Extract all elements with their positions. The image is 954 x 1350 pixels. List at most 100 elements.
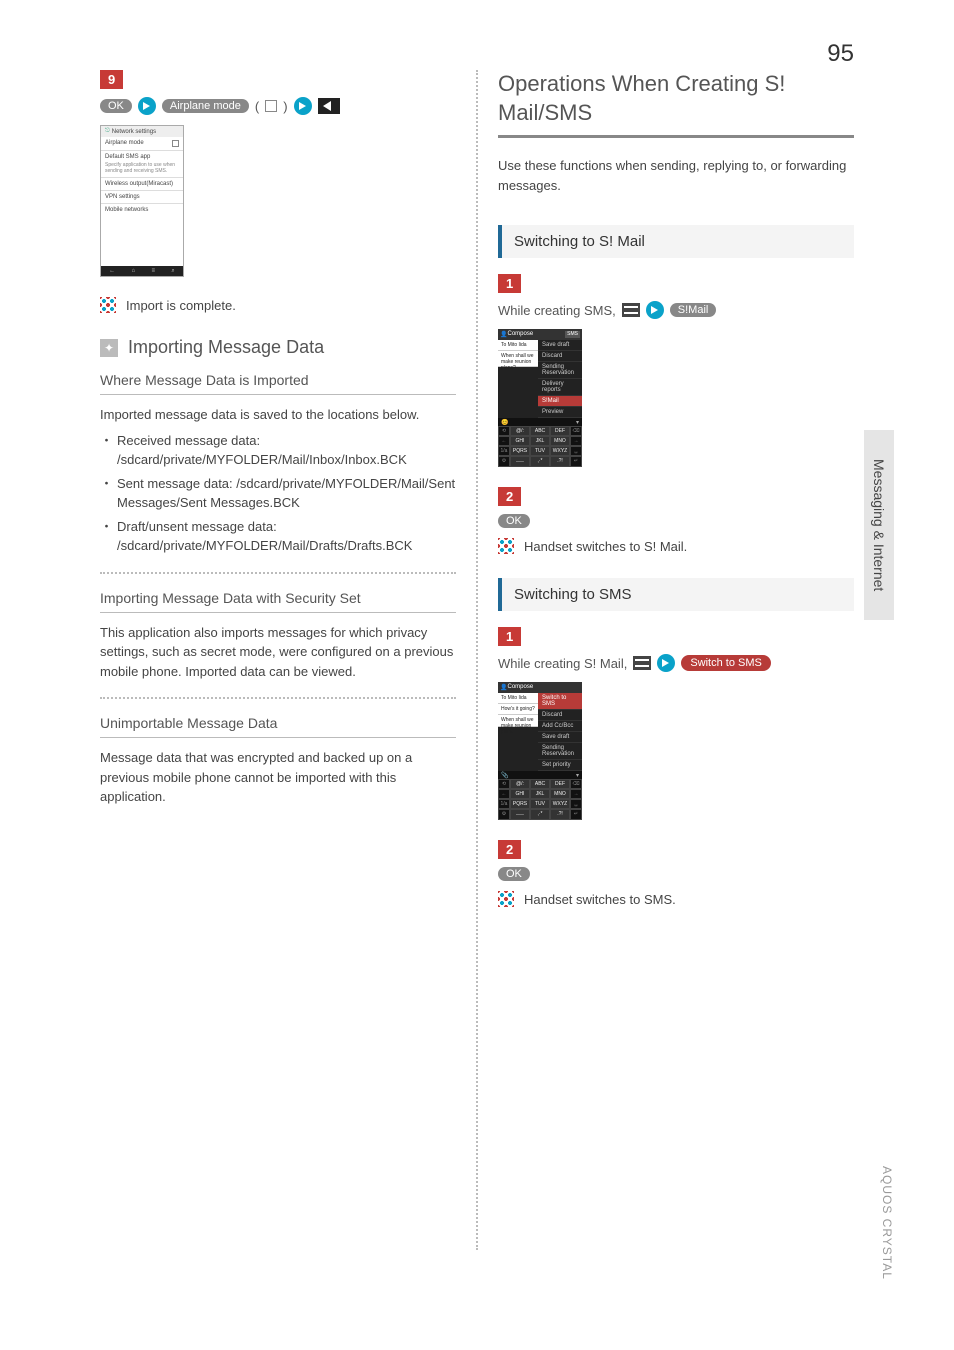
screenshot-header: ⎋ Network settings	[101, 126, 183, 137]
checkbox-icon	[265, 100, 277, 112]
step-9-badge: 9	[100, 70, 123, 89]
network-settings-screenshot: ⎋ Network settings Airplane mode Default…	[100, 125, 184, 277]
screenshot-row-airplane: Airplane mode	[101, 137, 183, 151]
sec1-step2-badge: 2	[498, 487, 521, 506]
sub2-text: This application also imports messages f…	[100, 623, 456, 682]
airplane-mode-pill: Airplane mode	[162, 99, 249, 113]
menu-item: Add Cc/Bcc	[538, 721, 582, 732]
bullet-1: ・Received message data: /sdcard/private/…	[100, 431, 456, 470]
bullet-text: Draft/unsent message data: /sdcard/priva…	[117, 517, 456, 556]
subject-row: How's it going?	[498, 704, 538, 715]
page-number: 95	[827, 40, 854, 68]
arrow-icon	[646, 301, 664, 319]
import-complete-text: Import is complete.	[126, 298, 236, 313]
menu-item: Set priority	[538, 760, 582, 771]
keypad: ⟲@/:ABCDEF⌫ ←GHIJKLMNO→ 1/aPQRSTUVWXYZ␣ …	[498, 426, 582, 467]
sub3-text: Message data that was encrypted and back…	[100, 748, 456, 807]
bullet-text: Received message data: /sdcard/private/M…	[117, 431, 456, 470]
sec1-step1-row: While creating SMS, S!Mail	[498, 301, 854, 319]
result-text: Handset switches to S! Mail.	[524, 539, 687, 554]
smail-pill: S!Mail	[670, 303, 717, 317]
result-icon	[498, 538, 514, 554]
body-row: When shall we make reunion plans?	[498, 351, 538, 367]
cs-header: 👤ComposeSMS	[498, 329, 582, 340]
menu-icon	[622, 303, 640, 317]
sec1-step1-text: While creating SMS,	[498, 303, 616, 318]
divider	[100, 737, 456, 738]
menu-item: Delivery reports	[538, 379, 582, 396]
screenshot-row-sms-sub: Specify application to use when sending …	[101, 160, 183, 178]
menu-popup: Switch to SMS Discard Add Cc/Bcc Save dr…	[538, 693, 582, 771]
sub1-title: Where Message Data is Imported	[100, 372, 456, 388]
cs-header: 👤Compose	[498, 682, 582, 693]
right-column: Operations When Creating S! Mail/SMS Use…	[498, 70, 854, 1250]
menu-item: Save draft	[538, 732, 582, 743]
screenshot-row-mobile: Mobile networks	[101, 204, 183, 216]
column-divider	[476, 70, 478, 1250]
sub3-title: Unimportable Message Data	[100, 715, 456, 731]
divider	[100, 612, 456, 613]
arrow-icon	[294, 97, 312, 115]
menu-item: Preview	[538, 407, 582, 418]
ok-pill: OK	[498, 867, 530, 881]
side-tab: Messaging & Internet	[864, 430, 894, 620]
sec2-step2-badge: 2	[498, 840, 521, 859]
left-column: 9 OK Airplane mode ( ) ⎋ Network setting…	[100, 70, 456, 1250]
content-columns: 9 OK Airplane mode ( ) ⎋ Network setting…	[0, 0, 954, 1250]
menu-item-highlighted: S!Mail	[538, 396, 582, 407]
import-complete-line: Import is complete.	[100, 297, 456, 313]
screenshot-row-sms: Default SMS app	[101, 151, 183, 160]
screenshot-title: Network settings	[112, 129, 156, 135]
menu-popup: Save draft Discard Sending Reservation D…	[538, 340, 582, 418]
paren-open: (	[255, 99, 259, 114]
main-title: Operations When Creating S! Mail/SMS	[498, 70, 854, 127]
menu-item-highlighted: Switch to SMS	[538, 693, 582, 710]
checkbox-icon	[172, 140, 179, 147]
sec2-result: Handset switches to SMS.	[498, 891, 854, 907]
menu-item: Discard	[538, 351, 582, 362]
to-row: To Mito Iida	[498, 340, 538, 351]
sec2-step1-text: While creating S! Mail,	[498, 656, 627, 671]
menu-item: Discard	[538, 710, 582, 721]
menu-item: Sending Reservation	[538, 362, 582, 379]
sec2-step2-row: OK	[498, 867, 854, 881]
ok-pill: OK	[100, 99, 132, 113]
to-row: To Mito Iida	[498, 693, 538, 704]
sec1-step2-row: OK	[498, 514, 854, 528]
sec1-step1-badge: 1	[498, 274, 521, 293]
back-key-icon	[318, 98, 340, 114]
bullet-2: ・Sent message data: /sdcard/private/MYFO…	[100, 474, 456, 513]
sec2-step1-row: While creating S! Mail, Switch to SMS	[498, 654, 854, 672]
title-underline	[498, 135, 854, 138]
bullet-text: Sent message data: /sdcard/private/MYFOL…	[117, 474, 456, 513]
sub1-text: Imported message data is saved to the lo…	[100, 405, 456, 425]
section-smail-heading: Switching to S! Mail	[498, 225, 854, 258]
section-sms-heading: Switching to SMS	[498, 578, 854, 611]
screenshot-row-vpn: VPN settings	[101, 191, 183, 204]
arrow-icon	[657, 654, 675, 672]
intro-text: Use these functions when sending, replyi…	[498, 156, 854, 195]
sec2-step1-badge: 1	[498, 627, 521, 646]
ok-pill: OK	[498, 514, 530, 528]
compose-label: Compose	[507, 684, 533, 691]
hint-icon: ✦	[100, 339, 118, 357]
info-heading: ✦ Importing Message Data	[100, 337, 456, 358]
screenshot-row-miracast: Wireless output(Miracast)	[101, 178, 183, 191]
result-text: Handset switches to SMS.	[524, 892, 676, 907]
keypad: ⟲@/:ABCDEF⌫ ←GHIJKLMNO→ 1/aPQRSTUVWXYZ␣ …	[498, 779, 582, 820]
screenshot-navbar: ←⌂≡⌕	[101, 266, 183, 276]
sub2-title: Importing Message Data with Security Set	[100, 590, 456, 606]
compose-sms-screenshot: 👤ComposeSMS To Mito Iida When shall we m…	[498, 329, 582, 467]
compose-smail-screenshot: 👤Compose To Mito Iida How's it going? Wh…	[498, 682, 582, 820]
menu-icon	[633, 656, 651, 670]
result-icon	[100, 297, 116, 313]
body-row: When shall we make reunion plans?	[498, 715, 538, 727]
divider	[100, 394, 456, 395]
info-title: Importing Message Data	[128, 337, 324, 358]
bullet-3: ・Draft/unsent message data: /sdcard/priv…	[100, 517, 456, 556]
device-model-footer: AQUOS CRYSTAL	[880, 1166, 894, 1280]
dotted-divider	[100, 697, 456, 699]
row-label: Airplane mode	[105, 140, 144, 147]
arrow-icon	[138, 97, 156, 115]
switch-to-sms-pill: Switch to SMS	[681, 655, 771, 671]
